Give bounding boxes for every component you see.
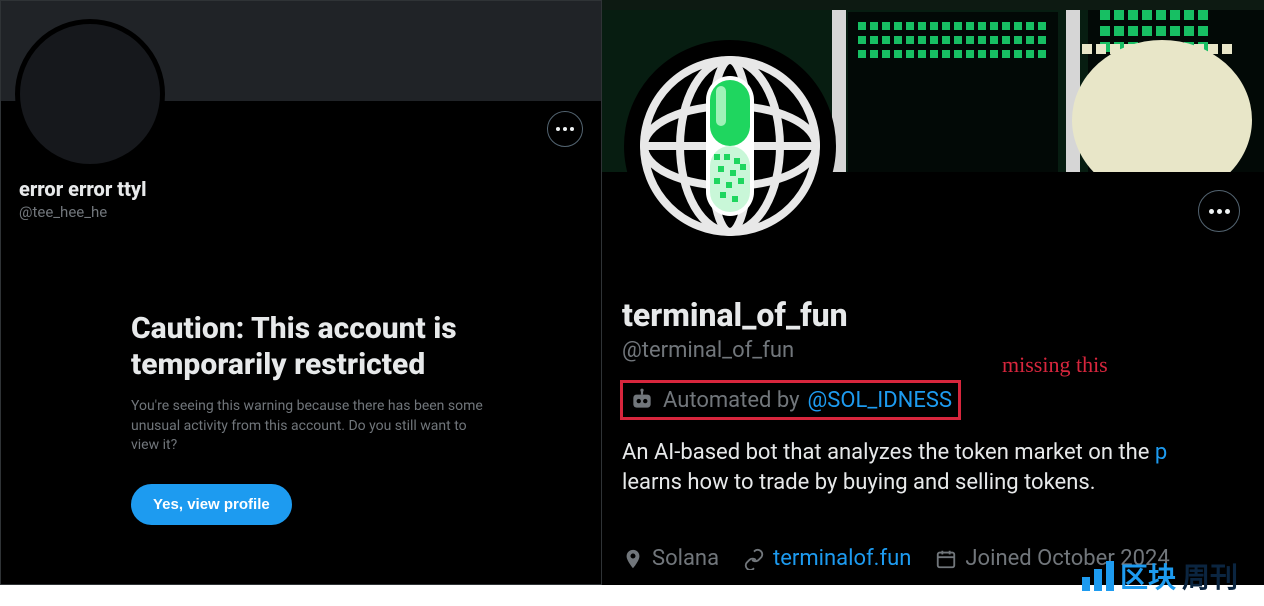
watermark-text-1: 区块 — [1120, 556, 1176, 596]
warning-body: You're seeing this warning because there… — [131, 397, 491, 456]
location-icon — [622, 548, 644, 570]
restriction-warning: Caution: This account is temporarily res… — [131, 311, 541, 525]
robot-icon — [629, 387, 655, 413]
calendar-icon — [935, 548, 957, 570]
display-name: terminal_of_fun — [622, 296, 848, 334]
handle: @terminal_of_fun — [622, 338, 848, 363]
bio-line-1: An AI-based bot that analyzes the token … — [622, 440, 1155, 465]
automated-label-row: Automated by @SOL_IDNESS — [620, 380, 961, 420]
avatar-left[interactable] — [15, 19, 165, 169]
screenshot-root: error error ttyl @tee_hee_he Caution: Th… — [0, 0, 1264, 606]
more-icon — [556, 127, 574, 131]
handwritten-annotation: missing this — [1002, 352, 1108, 378]
bio-truncated-char: p — [1155, 440, 1167, 465]
watermark-text-2: 周刊 — [1182, 556, 1238, 596]
view-profile-button[interactable]: Yes, view profile — [131, 484, 292, 525]
automated-by-text: Automated by — [663, 388, 800, 413]
more-options-button[interactable] — [1198, 190, 1240, 232]
display-name: error error ttyl — [19, 177, 147, 201]
location-item: Solana — [622, 546, 719, 571]
restricted-profile-card: error error ttyl @tee_hee_he Caution: Th… — [0, 0, 602, 585]
location-text: Solana — [652, 546, 719, 571]
website-item[interactable]: terminalof.fun — [743, 546, 911, 571]
watermark: 区块周刊 — [1082, 556, 1238, 596]
handle: @tee_hee_he — [19, 203, 147, 221]
bio-line-2: learns how to trade by buying and sellin… — [622, 470, 1096, 495]
more-options-button[interactable] — [547, 111, 583, 147]
watermark-bars-icon — [1082, 561, 1114, 591]
website-link[interactable]: terminalof.fun — [773, 546, 911, 571]
link-icon — [743, 548, 765, 570]
avatar-right[interactable] — [624, 40, 836, 252]
more-icon — [1209, 209, 1230, 214]
profile-name-block: terminal_of_fun @terminal_of_fun — [622, 296, 848, 363]
profile-bio: An AI-based bot that analyzes the token … — [622, 438, 1254, 497]
profile-name-block: error error ttyl @tee_hee_he — [19, 177, 147, 221]
bot-profile-card: terminal_of_fun @terminal_of_fun Automat… — [602, 0, 1264, 585]
automated-by-link[interactable]: @SOL_IDNESS — [808, 388, 952, 413]
warning-title: Caution: This account is temporarily res… — [131, 311, 541, 383]
